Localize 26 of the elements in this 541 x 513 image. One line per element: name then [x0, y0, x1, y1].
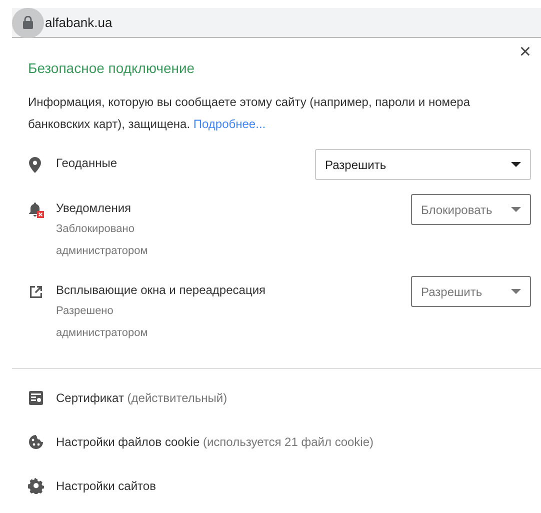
- close-button[interactable]: ×: [513, 42, 537, 62]
- site-info-link[interactable]: Настройки файлов cookie (используется 21 файл cookie): [56, 433, 374, 452]
- site-info-link[interactable]: Сертификат (действительный): [56, 389, 228, 408]
- caret-icon: [511, 289, 521, 294]
- lock-button[interactable]: [12, 8, 44, 38]
- permission-label: Уведомления: [56, 200, 132, 217]
- permission-note: Заблокировано администратором: [56, 222, 149, 260]
- cookie-icon: [28, 434, 44, 450]
- settings-icon: [28, 478, 44, 494]
- url-text: alfabank.ua: [45, 14, 112, 32]
- bell-blocked-icon: [28, 201, 44, 218]
- lock-icon: [22, 16, 34, 29]
- permission-label: Всплывающие окна и переадресация: [56, 282, 266, 300]
- permission-label: Геоданные: [56, 155, 118, 172]
- caret-icon: [511, 162, 521, 167]
- certificate-icon: [28, 390, 44, 406]
- caret-icon: [511, 207, 521, 212]
- external-link-icon: [28, 284, 44, 300]
- permission-note: Разрешено администратором: [56, 304, 149, 342]
- site-info-link[interactable]: Настройки сайтов: [56, 477, 156, 496]
- connection-title: Безопасное подключение: [28, 59, 195, 78]
- permission-dropdown[interactable]: Разрешить: [315, 149, 531, 180]
- location-pin-icon: [28, 156, 42, 173]
- learn-more-link[interactable]: Подробнее...: [193, 117, 266, 131]
- description-text: Информация, которую вы сообщаете этому сайту (например, пароли и номера банковских карт), защищена. Подробнее...: [28, 94, 472, 133]
- address-bar[interactable]: alfabank.ua: [12, 8, 541, 38]
